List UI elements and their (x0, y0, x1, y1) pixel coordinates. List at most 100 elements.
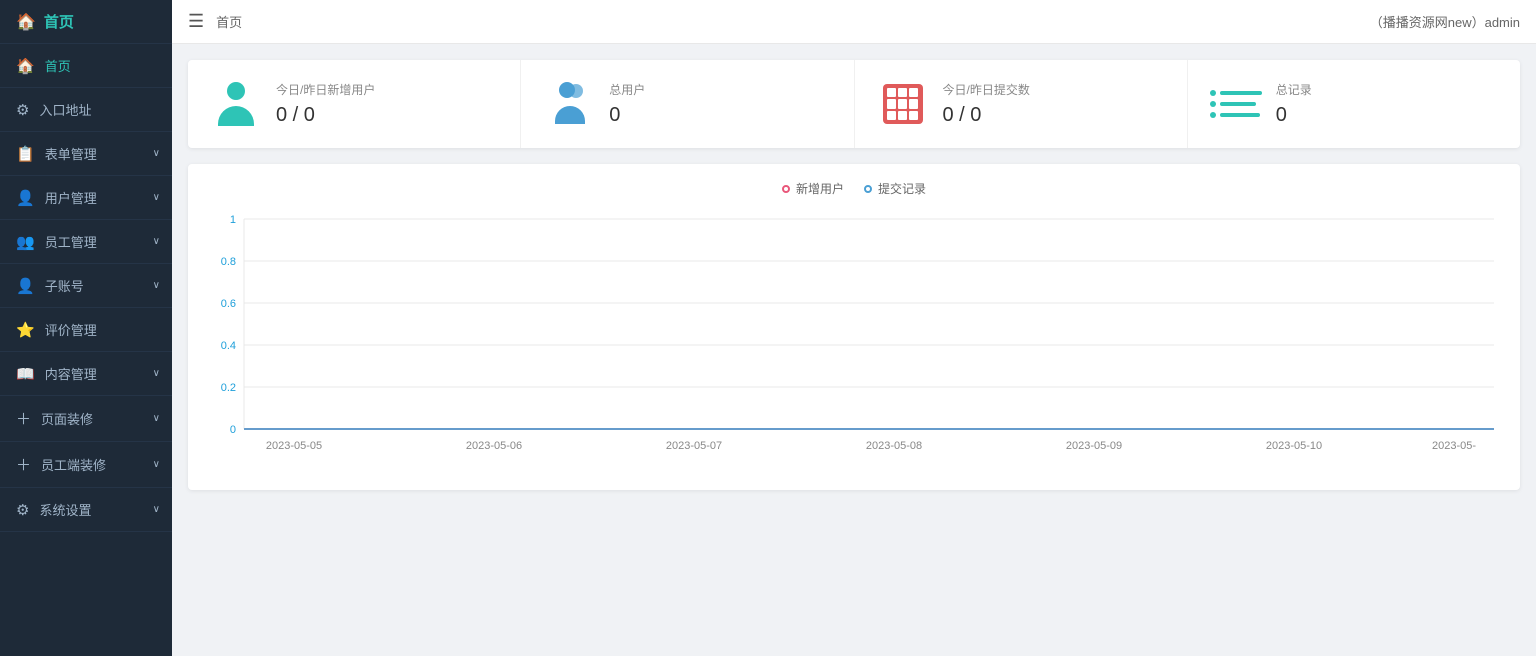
breadcrumb: 首页 (216, 12, 242, 31)
user-teal-icon (214, 82, 258, 126)
sidebar-item-label: 内容管理 (45, 364, 97, 383)
sidebar-item-form[interactable]: 📋 表单管理 ∨ (0, 132, 172, 176)
svg-text:2023-05-08: 2023-05-08 (866, 440, 922, 452)
sidebar-item-label: 入口地址 (39, 100, 91, 119)
sidebar-item-subaccount[interactable]: 👤 子账号 ∨ (0, 264, 172, 308)
main-content: 今日/昨日新增用户 0 / 0 总用户 0 (172, 44, 1536, 656)
sidebar-item-content[interactable]: 📖 内容管理 ∨ (0, 352, 172, 396)
sidebar-item-label: 首页 (45, 56, 71, 75)
topbar-left: ☰ 首页 (188, 11, 242, 32)
sidebar-item-home[interactable]: 🏠 首页 (0, 44, 172, 88)
content-icon: 📖 (16, 365, 35, 383)
staffdecor-icon: ＋ (16, 454, 31, 475)
sidebar-item-label: 评价管理 (45, 320, 97, 339)
legend-submissions: 提交记录 (864, 180, 926, 197)
stat-text-new-users: 今日/昨日新增用户 0 / 0 (276, 81, 496, 127)
home-sidebar-icon: 🏠 (16, 57, 35, 75)
stats-row: 今日/昨日新增用户 0 / 0 总用户 0 (188, 60, 1520, 148)
chevron-icon: ∨ (153, 368, 160, 379)
svg-text:0: 0 (230, 424, 236, 436)
legend-dot-blue (864, 185, 872, 193)
chart-container: 新增用户 提交记录 (188, 164, 1520, 490)
stat-label: 今日/昨日新增用户 (276, 81, 496, 98)
chevron-icon: ∨ (153, 413, 160, 424)
svg-text:2023-05-05: 2023-05-05 (266, 440, 322, 452)
svg-text:2023-05-: 2023-05- (1432, 440, 1476, 452)
total-user-icon (545, 80, 593, 128)
menu-toggle-icon[interactable]: ☰ (188, 11, 204, 32)
svg-text:2023-05-10: 2023-05-10 (1266, 440, 1322, 452)
sidebar-item-pagedecor[interactable]: ＋ 页面装修 ∨ (0, 396, 172, 442)
legend-label: 新增用户 (796, 180, 844, 197)
staff-icon: 👥 (16, 233, 35, 251)
form-icon: 📋 (16, 145, 35, 163)
chevron-icon: ∨ (153, 280, 160, 291)
chart-svg: 1 0.8 0.6 0.4 0.2 0 2023-05-05 2023-05-0… (204, 209, 1504, 469)
user-head (227, 82, 245, 100)
submission-icon (879, 80, 927, 128)
total-record-icon (1212, 80, 1260, 128)
sidebar-item-staff[interactable]: 👥 员工管理 ∨ (0, 220, 172, 264)
chevron-icon: ∨ (153, 192, 160, 203)
legend-dot-pink (782, 185, 790, 193)
sidebar-item-label: 员工管理 (45, 232, 97, 251)
chevron-icon: ∨ (153, 148, 160, 159)
stat-card-submissions: 今日/昨日提交数 0 / 0 (855, 60, 1188, 148)
main-area: ☰ 首页 （播播资源网new）admin 今日/昨日新增用户 0 / 0 (172, 0, 1536, 656)
svg-text:2023-05-07: 2023-05-07 (666, 440, 722, 452)
chevron-icon: ∨ (153, 504, 160, 515)
pagedecor-icon: ＋ (16, 408, 31, 429)
user-blue-icon (545, 82, 593, 126)
sidebar-item-staffdecor[interactable]: ＋ 员工端装修 ∨ (0, 442, 172, 488)
sidebar-item-label: 表单管理 (45, 144, 97, 163)
stat-card-new-users: 今日/昨日新增用户 0 / 0 (188, 60, 521, 148)
home-icon: 🏠 (16, 12, 36, 32)
sidebar-logo[interactable]: 🏠 首页 (0, 0, 172, 44)
stat-label: 今日/昨日提交数 (943, 81, 1163, 98)
svg-text:1: 1 (230, 214, 236, 226)
user-icon: 👤 (16, 189, 35, 207)
sidebar-item-label: 员工端装修 (41, 455, 106, 474)
chevron-icon: ∨ (153, 236, 160, 247)
user-body1 (555, 106, 585, 124)
sidebar-item-label: 页面装修 (41, 409, 93, 428)
svg-text:0.4: 0.4 (221, 340, 236, 352)
new-user-icon (212, 80, 260, 128)
stat-label: 总用户 (609, 81, 829, 98)
svg-text:0.2: 0.2 (221, 382, 236, 394)
sidebar-item-label: 系统设置 (39, 500, 91, 519)
review-icon: ⭐ (16, 321, 35, 339)
stat-value: 0 / 0 (276, 104, 496, 127)
stat-text-submissions: 今日/昨日提交数 0 / 0 (943, 81, 1163, 127)
sidebar-item-user[interactable]: 👤 用户管理 ∨ (0, 176, 172, 220)
chevron-icon: ∨ (153, 459, 160, 470)
svg-text:0.6: 0.6 (221, 298, 236, 310)
entrance-icon: ⚙ (16, 101, 29, 119)
sidebar-item-settings[interactable]: ⚙ 系统设置 ∨ (0, 488, 172, 532)
topbar-user-info: （播播资源网new）admin (1370, 12, 1520, 31)
user-body (218, 106, 254, 126)
sidebar: 🏠 首页 🏠 首页 ⚙ 入口地址 📋 表单管理 ∨ 👤 用户管理 ∨ 👥 员工管… (0, 0, 172, 656)
sidebar-item-review[interactable]: ⭐ 评价管理 (0, 308, 172, 352)
chart-area: 1 0.8 0.6 0.4 0.2 0 2023-05-05 2023-05-0… (204, 209, 1504, 474)
stat-text-total-users: 总用户 0 (609, 81, 829, 127)
grid-red-icon (883, 84, 923, 124)
stat-value: 0 (609, 104, 829, 127)
svg-text:2023-05-06: 2023-05-06 (466, 440, 522, 452)
svg-text:2023-05-09: 2023-05-09 (1066, 440, 1122, 452)
subaccount-icon: 👤 (16, 277, 35, 295)
topbar: ☰ 首页 （播播资源网new）admin (172, 0, 1536, 44)
stat-card-total-users: 总用户 0 (521, 60, 854, 148)
stat-card-total-records: 总记录 0 (1188, 60, 1520, 148)
settings-icon: ⚙ (16, 501, 29, 519)
sidebar-item-label: 子账号 (45, 276, 84, 295)
sidebar-item-entrance[interactable]: ⚙ 入口地址 (0, 88, 172, 132)
chart-legend: 新增用户 提交记录 (204, 180, 1504, 197)
legend-label: 提交记录 (878, 180, 926, 197)
stat-value: 0 / 0 (943, 104, 1163, 127)
user-head2 (569, 84, 583, 98)
stat-value: 0 (1276, 104, 1496, 127)
legend-new-users: 新增用户 (782, 180, 844, 197)
sidebar-logo-label: 首页 (44, 11, 74, 32)
stat-text-total-records: 总记录 0 (1276, 81, 1496, 127)
